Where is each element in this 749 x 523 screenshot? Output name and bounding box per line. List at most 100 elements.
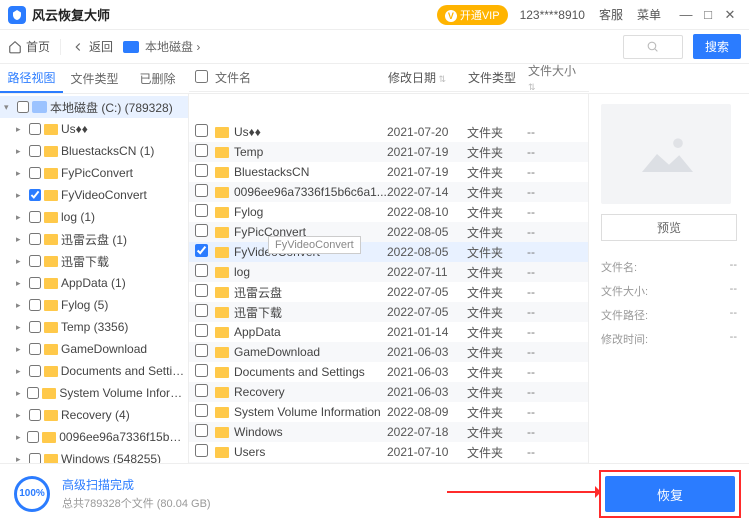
file-checkbox[interactable] [195,424,208,437]
expand-icon[interactable]: ▸ [16,344,26,355]
file-checkbox[interactable] [195,124,208,137]
file-row[interactable]: Fylog2022-08-10文件夹-- [189,202,588,222]
preview-button[interactable]: 预览 [601,214,737,241]
tree-checkbox[interactable] [29,255,41,267]
tree-checkbox[interactable] [29,365,41,377]
tab-type[interactable]: 文件类型 [63,64,126,93]
column-type[interactable]: 文件类型 [468,69,528,86]
column-name[interactable]: 文件名 [215,69,388,86]
tree-item[interactable]: ▸AppData (1) [0,272,188,294]
file-row[interactable]: GameDownload2021-06-03文件夹-- [189,342,588,362]
search-input[interactable] [623,35,683,59]
expand-icon[interactable]: ▸ [16,366,26,377]
tree-checkbox[interactable] [29,145,41,157]
tree-item[interactable]: ▸Us♦♦ [0,118,188,140]
file-row[interactable]: Windows2022-07-18文件夹-- [189,422,588,442]
file-checkbox[interactable] [195,284,208,297]
file-checkbox[interactable] [195,224,208,237]
file-row[interactable]: BluestacksCN2021-07-19文件夹-- [189,162,588,182]
file-row[interactable]: FyVideoConvert2022-08-05文件夹-- [189,242,588,262]
tab-deleted[interactable]: 已删除 [126,64,189,93]
tree-checkbox[interactable] [29,277,41,289]
home-button[interactable]: 首页 [8,38,50,55]
tree-checkbox[interactable] [17,101,29,113]
file-row[interactable]: 0096ee96a7336f15b6c6a1...2022-07-14文件夹-- [189,182,588,202]
expand-icon[interactable]: ▸ [16,124,26,135]
file-row[interactable]: Temp2021-07-19文件夹-- [189,142,588,162]
file-checkbox[interactable] [195,344,208,357]
tree-item[interactable]: ▸迅雷云盘 (1) [0,228,188,250]
tree-checkbox[interactable] [29,453,41,463]
file-row[interactable]: log2022-07-11文件夹-- [189,262,588,282]
expand-icon[interactable]: ▸ [16,190,26,201]
file-row[interactable]: 迅雷下载2022-07-05文件夹-- [189,302,588,322]
file-checkbox[interactable] [195,384,208,397]
minimize-button[interactable]: — [675,7,697,22]
expand-icon[interactable]: ▸ [16,168,26,179]
support-link[interactable]: 客服 [599,6,623,23]
expand-icon[interactable]: ▸ [16,146,26,157]
file-row[interactable]: Documents and Settings2021-06-03文件夹-- [189,362,588,382]
expand-icon[interactable]: ▸ [16,410,26,421]
expand-icon[interactable]: ▸ [16,234,26,245]
tree-item[interactable]: ▸FyPicConvert [0,162,188,184]
file-checkbox[interactable] [195,364,208,377]
tree-checkbox[interactable] [29,123,41,135]
file-row[interactable]: Us♦♦2021-07-20文件夹-- [189,122,588,142]
tree-checkbox[interactable] [29,321,41,333]
tree-checkbox[interactable] [29,299,41,311]
expand-icon[interactable]: ▸ [16,454,26,464]
tree-checkbox[interactable] [29,189,41,201]
file-checkbox[interactable] [195,324,208,337]
tree-item[interactable]: ▸迅雷下载 [0,250,188,272]
file-row[interactable]: System Volume Information2022-08-09文件夹-- [189,402,588,422]
column-date[interactable]: 修改日期 [388,69,468,86]
tree-checkbox[interactable] [29,409,41,421]
tree-item[interactable]: ▸GameDownload [0,338,188,360]
file-checkbox[interactable] [195,204,208,217]
tree-item[interactable]: ▸Recovery (4) [0,404,188,426]
tree-item[interactable]: ▸Documents and Settings [0,360,188,382]
tab-path[interactable]: 路径视图 [0,64,63,93]
tree-item[interactable]: ▾本地磁盘 (C:) (789328) [0,96,188,118]
file-checkbox[interactable] [195,244,208,257]
file-checkbox[interactable] [195,144,208,157]
tree-item[interactable]: ▸FyVideoConvert [0,184,188,206]
account-link[interactable]: 123****8910 [520,8,585,22]
back-button[interactable]: 返回 [71,38,113,55]
file-row[interactable]: Users2021-07-10文件夹-- [189,442,588,462]
tree-checkbox[interactable] [29,343,41,355]
select-all-checkbox[interactable] [195,70,208,83]
column-size[interactable]: 文件大小 [528,62,583,93]
tree-item[interactable]: ▸Temp (3356) [0,316,188,338]
file-checkbox[interactable] [195,184,208,197]
file-checkbox[interactable] [195,304,208,317]
recover-button[interactable]: 恢复 [605,476,735,512]
tree-checkbox[interactable] [29,167,41,179]
tree-checkbox[interactable] [29,211,41,223]
expand-icon[interactable]: ▸ [16,432,24,443]
file-row[interactable]: FyPicConvert2022-08-05文件夹-- [189,222,588,242]
expand-icon[interactable]: ▸ [16,300,26,311]
tree-checkbox[interactable] [29,233,41,245]
tree-item[interactable]: ▸Windows (548255) [0,448,188,463]
search-button[interactable]: 搜索 [693,34,741,59]
expand-icon[interactable]: ▸ [16,278,26,289]
expand-icon[interactable]: ▾ [4,102,14,113]
tree-checkbox[interactable] [27,431,39,443]
expand-icon[interactable]: ▸ [16,212,26,223]
menu-link[interactable]: 菜单 [637,6,661,23]
breadcrumb[interactable]: 本地磁盘 › [123,38,200,55]
expand-icon[interactable]: ▸ [16,388,24,399]
file-row[interactable]: 迅雷云盘2022-07-05文件夹-- [189,282,588,302]
close-button[interactable]: ✕ [719,7,741,23]
tree-item[interactable]: ▸BluestacksCN (1) [0,140,188,162]
expand-icon[interactable]: ▸ [16,322,26,333]
file-checkbox[interactable] [195,404,208,417]
expand-icon[interactable]: ▸ [16,256,26,267]
file-checkbox[interactable] [195,164,208,177]
vip-button[interactable]: 开通VIP [437,5,508,25]
tree-item[interactable]: ▸Fylog (5) [0,294,188,316]
file-row[interactable]: Recovery2021-06-03文件夹-- [189,382,588,402]
maximize-button[interactable]: □ [697,7,719,22]
